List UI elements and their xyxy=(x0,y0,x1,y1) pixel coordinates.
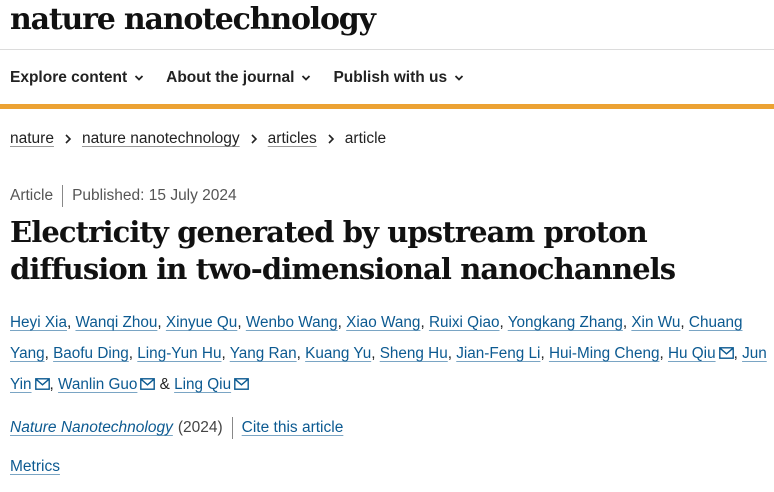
header-divider xyxy=(0,49,774,50)
publication-year: (2024) xyxy=(177,419,223,436)
author-link[interactable]: Sheng Hu xyxy=(380,345,448,362)
author-separator: , xyxy=(733,345,743,362)
chevron-right-icon xyxy=(328,134,334,144)
chevron-down-icon xyxy=(135,75,144,81)
author-separator: , xyxy=(44,345,54,362)
author-link[interactable]: Xin Wu xyxy=(631,314,680,331)
author-link[interactable]: Ling-Yun Hu xyxy=(137,345,221,362)
envelope-icon[interactable] xyxy=(234,370,249,390)
article-title: Electricity generated by upstream proton… xyxy=(10,215,676,286)
author-separator: , xyxy=(221,345,230,362)
author-separator: , xyxy=(237,314,246,331)
author-link[interactable]: Jian-Feng Li xyxy=(456,345,540,362)
main-nav: Explore content About the journal Publis… xyxy=(10,60,486,96)
nav-explore-content-label: Explore content xyxy=(10,69,128,86)
author-separator: , xyxy=(420,314,429,331)
author-separator: , xyxy=(128,345,138,362)
author-link[interactable]: Hui-Ming Cheng xyxy=(549,345,660,362)
breadcrumb-nature[interactable]: nature xyxy=(10,130,54,148)
author-separator: , xyxy=(499,314,508,331)
nav-about-journal-label: About the journal xyxy=(166,69,295,86)
author-link[interactable]: Wanlin Guo xyxy=(58,376,137,393)
nav-explore-content[interactable]: Explore content xyxy=(10,60,144,96)
author-separator: , xyxy=(296,345,306,362)
metrics-link[interactable]: Metrics xyxy=(10,458,60,476)
author-separator: , xyxy=(157,314,166,331)
envelope-icon[interactable] xyxy=(34,370,50,390)
author-separator: & xyxy=(155,376,175,393)
breadcrumb: nature nature nanotechnology articles ar… xyxy=(10,130,386,148)
author-link[interactable]: Kuang Yu xyxy=(305,345,371,362)
article-meta: Article Published: 15 July 2024 xyxy=(10,185,237,207)
site-logo[interactable]: nature nanotechnology xyxy=(10,2,376,37)
author-separator: , xyxy=(447,345,457,362)
citation-row: Nature Nanotechnology (2024) Cite this a… xyxy=(10,417,343,439)
nav-publish-with-us[interactable]: Publish with us xyxy=(333,60,464,96)
journal-link[interactable]: Nature Nanotechnology xyxy=(10,419,173,437)
envelope-icon[interactable] xyxy=(140,370,156,390)
breadcrumb-nature-nanotechnology[interactable]: nature nanotechnology xyxy=(82,130,240,148)
author-separator: , xyxy=(371,345,380,362)
meta-divider xyxy=(62,185,64,207)
article-type: Article xyxy=(10,187,54,204)
cite-this-article-link[interactable]: Cite this article xyxy=(242,419,344,437)
author-link[interactable]: Xinyue Qu xyxy=(166,314,237,331)
author-separator: , xyxy=(337,314,347,331)
citation-divider xyxy=(231,417,233,439)
author-separator: , xyxy=(540,345,549,362)
nav-about-journal[interactable]: About the journal xyxy=(166,60,311,96)
chevron-right-icon xyxy=(65,134,72,144)
author-link[interactable]: Xiao Wang xyxy=(346,314,420,331)
author-separator: , xyxy=(680,314,689,331)
accent-bar xyxy=(0,104,774,109)
author-separator: , xyxy=(49,376,59,393)
breadcrumb-current: article xyxy=(344,130,387,147)
author-link[interactable]: Hu Qiu xyxy=(668,345,716,362)
chevron-down-icon xyxy=(454,75,464,81)
breadcrumb-articles[interactable]: articles xyxy=(268,130,317,148)
author-separator: , xyxy=(659,345,668,362)
author-link[interactable]: Ling Qiu xyxy=(174,376,231,393)
chevron-down-icon xyxy=(302,75,311,81)
author-list: Heyi Xia, Wanqi Zhou, Xinyue Qu, Wenbo W… xyxy=(10,307,768,400)
author-link[interactable]: Yang Ran xyxy=(230,345,297,362)
author-link[interactable]: Yongkang Zhang xyxy=(508,314,623,331)
envelope-icon[interactable] xyxy=(718,339,734,359)
nav-publish-with-us-label: Publish with us xyxy=(333,69,448,86)
author-link[interactable]: Baofu Ding xyxy=(53,345,129,362)
chevron-right-icon xyxy=(251,134,257,144)
author-link[interactable]: Heyi Xia xyxy=(10,314,67,331)
publish-date: Published: 15 July 2024 xyxy=(72,187,237,204)
author-link[interactable]: Wenbo Wang xyxy=(246,314,338,331)
author-link[interactable]: Wanqi Zhou xyxy=(75,314,157,331)
author-link[interactable]: Ruixi Qiao xyxy=(429,314,500,331)
